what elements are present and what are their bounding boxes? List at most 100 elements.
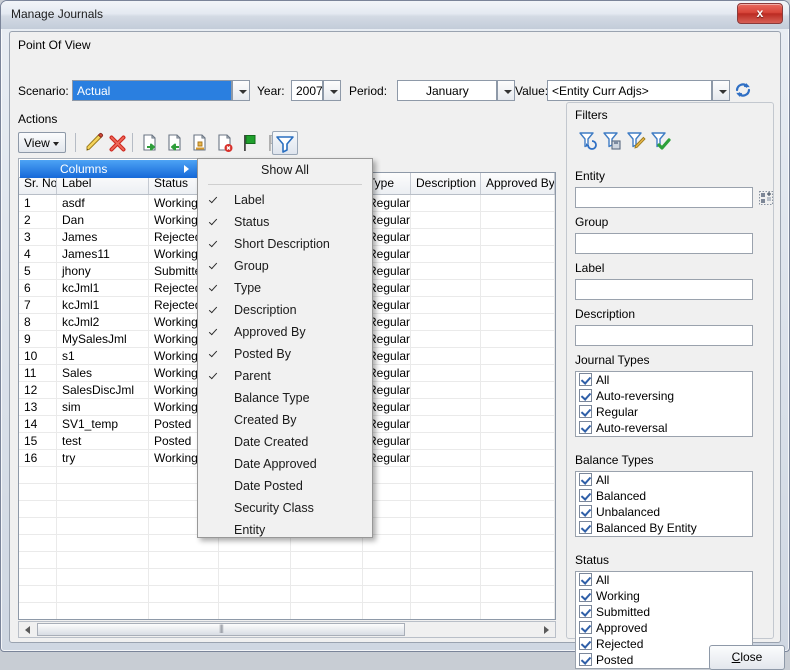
menu-item-show-all[interactable]: Show All <box>198 159 372 181</box>
cell-empty <box>481 501 555 517</box>
checkbox-icon[interactable] <box>579 637 592 650</box>
menu-item-column-date-approved[interactable]: Date Approved <box>198 453 372 475</box>
description-filter-input[interactable] <box>575 325 753 346</box>
menu-item-column-balance-type[interactable]: Balance Type <box>198 387 372 409</box>
submit-document-icon[interactable] <box>138 131 162 155</box>
view-dropdown-menu[interactable]: Columns <box>18 158 199 178</box>
unsubmit-document-icon[interactable] <box>163 131 187 155</box>
status-checkbox-label: Rejected <box>596 637 644 651</box>
post-flag-icon[interactable] <box>238 131 262 155</box>
status-checkbox-label: All <box>596 573 610 587</box>
menu-item-column-posted-by[interactable]: Posted By <box>198 343 372 365</box>
menu-item-column-group[interactable]: Group <box>198 255 372 277</box>
delete-x-icon[interactable] <box>106 131 130 155</box>
scrollbar-thumb[interactable] <box>37 623 405 636</box>
journal-types-checkbox-group[interactable]: All Auto-reversing Regular Auto-reversal <box>575 371 753 437</box>
period-value: January <box>426 84 469 98</box>
cell-approved_by <box>481 280 555 296</box>
close-button[interactable]: Close <box>709 645 785 670</box>
status-checkbox-3[interactable]: Approved <box>576 620 752 636</box>
checkbox-icon[interactable] <box>579 589 592 602</box>
menu-item-column-description[interactable]: Description <box>198 299 372 321</box>
cell-approved_by <box>481 365 555 381</box>
scenario-dropdown-button[interactable] <box>232 80 250 101</box>
refresh-icon[interactable] <box>733 80 753 100</box>
menu-item-column-created-by[interactable]: Created By <box>198 409 372 431</box>
menu-item-label: Type <box>234 281 262 295</box>
menu-item-column-type[interactable]: Type <box>198 277 372 299</box>
period-input[interactable]: January <box>397 80 497 101</box>
scroll-left-icon[interactable] <box>19 622 35 637</box>
checkbox-icon[interactable] <box>579 405 592 418</box>
checkbox-icon[interactable] <box>579 421 592 434</box>
checkbox-icon[interactable] <box>579 573 592 586</box>
member-select-icon[interactable] <box>759 191 773 205</box>
menu-item-column-approved-by[interactable]: Approved By <box>198 321 372 343</box>
reset-filter-icon[interactable] <box>577 129 599 151</box>
balance-type-checkbox-1[interactable]: Balanced <box>576 488 752 504</box>
menu-item-column-label[interactable]: Label <box>198 189 372 211</box>
columns-submenu[interactable]: Show All Label Status Short Description Grou… <box>197 158 373 538</box>
checkbox-icon[interactable] <box>579 505 592 518</box>
checkbox-icon[interactable] <box>579 653 592 666</box>
balance-type-checkbox-0[interactable]: All <box>576 472 752 488</box>
status-checkbox-1[interactable]: Working <box>576 588 752 604</box>
checkbox-icon[interactable] <box>579 621 592 634</box>
journal-type-checkbox-label: Regular <box>596 405 639 419</box>
year-input[interactable]: 2007 <box>291 80 323 101</box>
reject-document-icon[interactable] <box>213 131 237 155</box>
value-dropdown-button[interactable] <box>712 80 730 101</box>
menu-item-column-date-created[interactable]: Date Created <box>198 431 372 453</box>
checkbox-icon[interactable] <box>579 605 592 618</box>
menu-item-column-security-class[interactable]: Security Class <box>198 497 372 519</box>
entity-filter-input[interactable] <box>575 187 753 208</box>
apply-filter-icon[interactable] <box>649 129 671 151</box>
grid-header-approved_by[interactable]: Approved By <box>481 173 555 194</box>
balance-type-checkbox-3[interactable]: Balanced By Entity <box>576 520 752 536</box>
menu-item-column-short-description[interactable]: Short Description <box>198 233 372 255</box>
cell-sr: 13 <box>19 399 57 415</box>
edit-pencil-icon[interactable] <box>82 131 106 155</box>
checkbox-icon[interactable] <box>579 521 592 534</box>
grid-horizontal-scrollbar[interactable] <box>18 621 556 638</box>
journal-type-checkbox-1[interactable]: Auto-reversing <box>576 388 752 404</box>
approve-document-icon[interactable] <box>188 131 212 155</box>
menu-item-label: Parent <box>234 369 271 383</box>
menu-item-label: Created By <box>234 413 297 427</box>
cell-empty <box>19 518 57 534</box>
menu-item-column-date-posted[interactable]: Date Posted <box>198 475 372 497</box>
menu-item-column-entity[interactable]: Entity <box>198 519 372 541</box>
journal-type-checkbox-3[interactable]: Auto-reversal <box>576 420 752 436</box>
value-input[interactable]: <Entity Curr Adjs> <box>547 80 712 101</box>
scroll-right-icon[interactable] <box>539 622 555 637</box>
cell-empty <box>291 569 363 585</box>
window-close-button[interactable]: x <box>737 3 783 24</box>
balance-types-checkbox-group[interactable]: All Balanced Unbalanced Balanced By Entity <box>575 471 753 537</box>
cell-description <box>411 416 481 432</box>
label-filter-input[interactable] <box>575 279 753 300</box>
status-checkbox-0[interactable]: All <box>576 572 752 588</box>
checkbox-icon[interactable] <box>579 389 592 402</box>
save-filter-icon[interactable] <box>601 129 623 151</box>
menu-item-column-parent[interactable]: Parent <box>198 365 372 387</box>
filter-funnel-icon[interactable] <box>272 131 298 155</box>
checkbox-icon[interactable] <box>579 373 592 386</box>
grid-header-description[interactable]: Description <box>411 173 481 194</box>
scenario-input[interactable]: Actual <box>72 80 232 101</box>
journal-type-checkbox-2[interactable]: Regular <box>576 404 752 420</box>
group-filter-input[interactable] <box>575 233 753 254</box>
edit-filter-icon[interactable] <box>625 129 647 151</box>
grid-header-posted_by[interactable]: P <box>555 173 556 194</box>
status-checkbox-2[interactable]: Submitted <box>576 604 752 620</box>
checkbox-icon[interactable] <box>579 473 592 486</box>
view-button[interactable]: View <box>18 132 66 153</box>
menu-item-column-status[interactable]: Status <box>198 211 372 233</box>
year-dropdown-button[interactable] <box>323 80 341 101</box>
period-dropdown-button[interactable] <box>497 80 515 101</box>
balance-type-checkbox-2[interactable]: Unbalanced <box>576 504 752 520</box>
checkbox-icon[interactable] <box>579 489 592 502</box>
cell-approved_by <box>481 314 555 330</box>
journal-type-checkbox-0[interactable]: All <box>576 372 752 388</box>
cell-approved_by <box>481 212 555 228</box>
menu-item-columns[interactable]: Columns <box>20 160 197 178</box>
